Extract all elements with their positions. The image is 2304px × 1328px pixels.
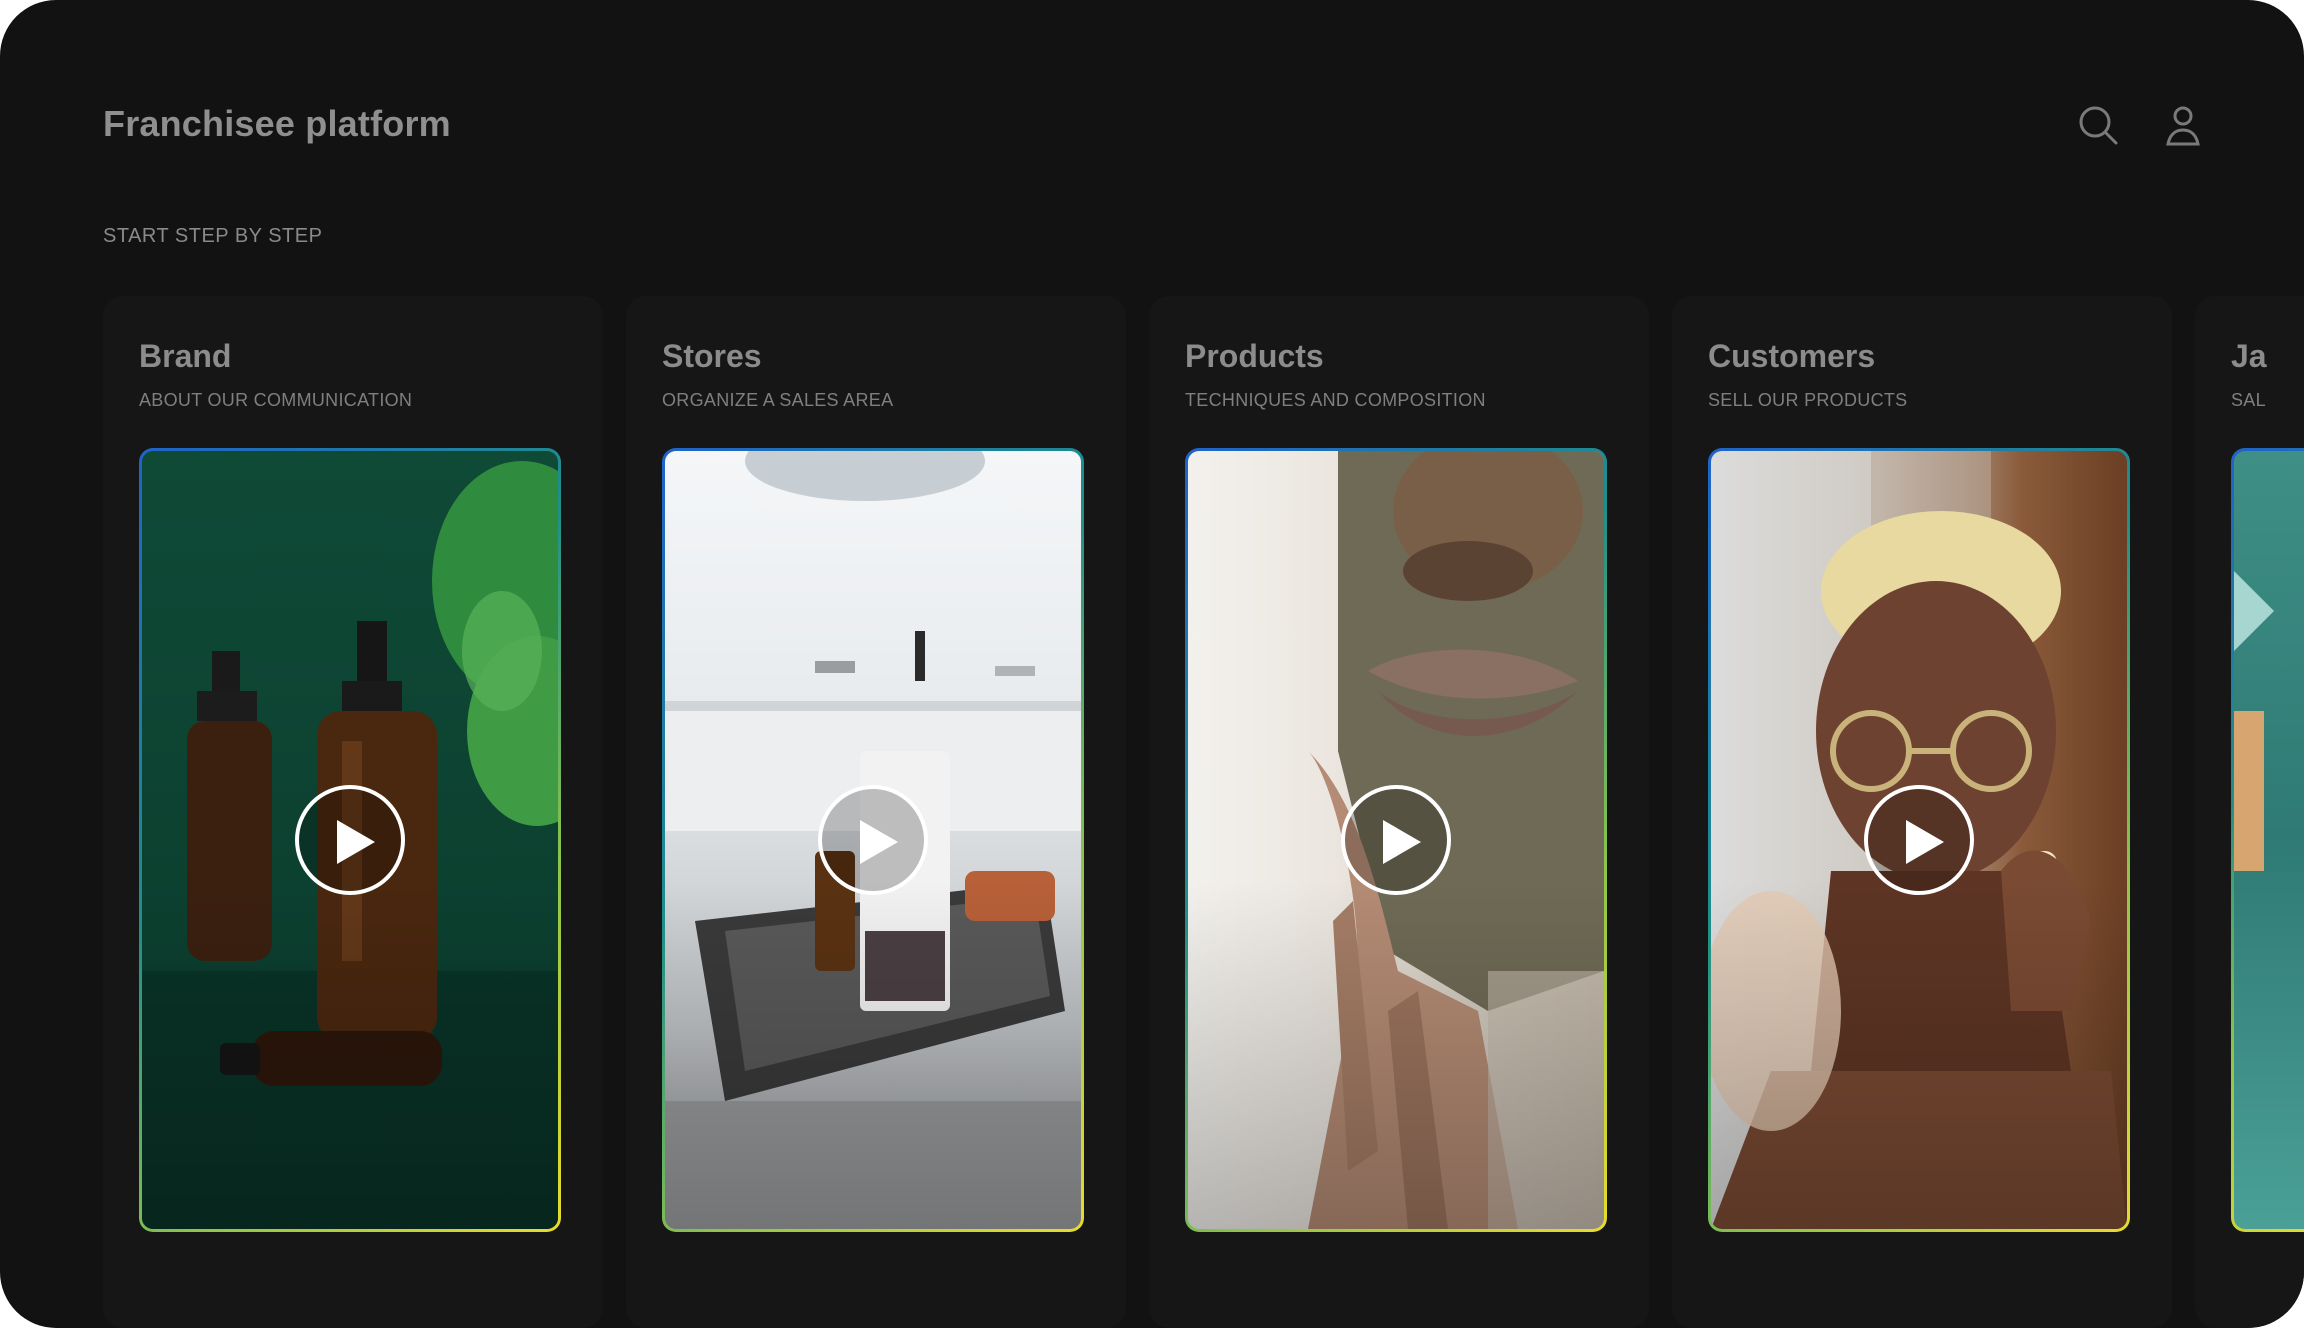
card-customers[interactable]: Customers SELL OUR PRODUCTS [1672, 296, 2172, 1328]
play-icon [1906, 820, 1944, 864]
card-brand[interactable]: Brand ABOUT OUR COMMUNICATION [103, 296, 603, 1328]
card-title: Ja [2231, 338, 2267, 374]
app-screen: Franchisee platform START STEP BY STEP B… [0, 0, 2304, 1328]
card-partial[interactable]: Ja SAL [2195, 296, 2304, 1328]
video-thumbnail[interactable] [662, 448, 1084, 1232]
video-thumbnail[interactable] [139, 448, 561, 1232]
partial-image [2234, 571, 2274, 871]
video-thumbnail[interactable] [2231, 448, 2304, 1232]
video-thumbnail[interactable] [1185, 448, 1607, 1232]
page-title: Franchisee platform [103, 103, 451, 144]
card-title: Brand [139, 338, 232, 374]
card-subtitle: SAL [2231, 390, 2266, 410]
play-button[interactable] [1864, 785, 1974, 895]
video-thumbnail[interactable] [1708, 448, 2130, 1232]
card-subtitle: TECHNIQUES AND COMPOSITION [1185, 390, 1486, 410]
card-products[interactable]: Products TECHNIQUES AND COMPOSITION [1149, 296, 1649, 1328]
play-icon [860, 820, 898, 864]
card-stores[interactable]: Stores ORGANIZE A SALES AREA [626, 296, 1126, 1328]
section-label: START STEP BY STEP [103, 225, 323, 247]
play-button[interactable] [1341, 785, 1451, 895]
card-title: Stores [662, 338, 762, 374]
play-icon [1383, 820, 1421, 864]
card-title: Products [1185, 338, 1324, 374]
play-button[interactable] [295, 785, 405, 895]
card-carousel: Brand ABOUT OUR COMMUNICATION Stores ORG… [103, 296, 2304, 1328]
card-title: Customers [1708, 338, 1876, 374]
search-icon[interactable] [2075, 102, 2121, 148]
card-subtitle: ORGANIZE A SALES AREA [662, 390, 894, 410]
card-subtitle: ABOUT OUR COMMUNICATION [139, 390, 413, 410]
play-icon [337, 820, 375, 864]
card-subtitle: SELL OUR PRODUCTS [1708, 390, 1908, 410]
user-icon[interactable] [2160, 102, 2206, 148]
play-button[interactable] [818, 785, 928, 895]
